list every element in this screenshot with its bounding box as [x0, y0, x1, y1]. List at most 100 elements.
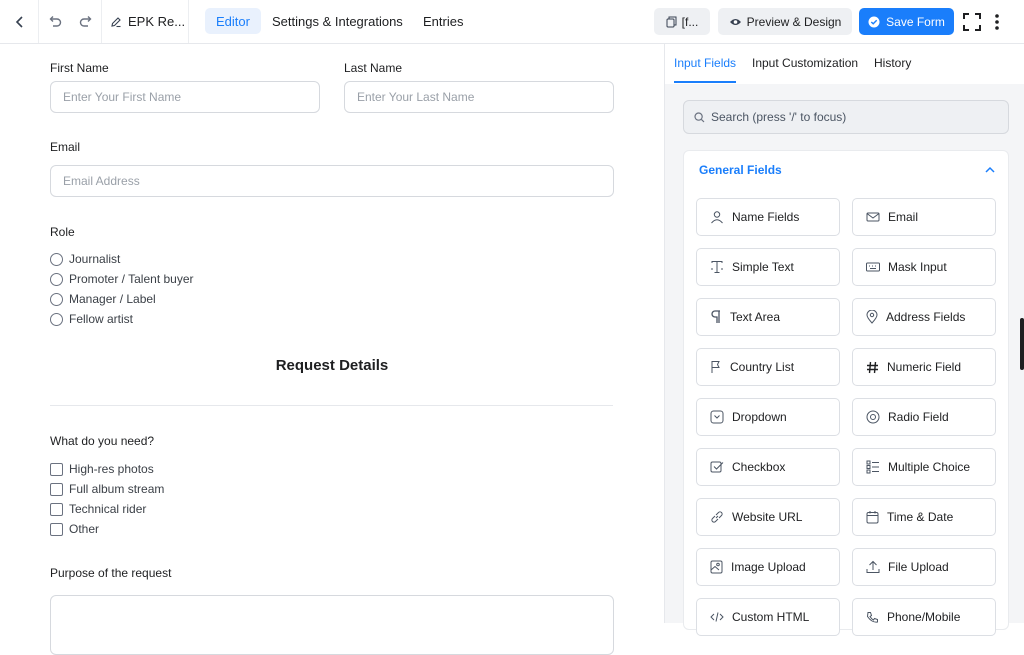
save-form-button[interactable]: Save Form [859, 8, 954, 35]
needs-option-album[interactable]: Full album stream [50, 482, 164, 496]
pencil-icon [111, 16, 121, 27]
purpose-label: Purpose of the request [50, 566, 172, 580]
needs-option-label: Technical rider [69, 502, 147, 516]
checkbox-icon [710, 461, 724, 473]
link-icon [711, 511, 723, 523]
checkbox[interactable] [50, 462, 63, 476]
tab-history[interactable]: History [874, 56, 911, 70]
field-label: Phone/Mobile [887, 610, 961, 624]
field-label: Mask Input [888, 260, 947, 274]
field-file-upload[interactable]: File Upload [852, 548, 996, 586]
needs-option-label: High-res photos [69, 462, 154, 476]
collapse-button[interactable] [984, 163, 996, 181]
field-address-fields[interactable]: Address Fields [852, 298, 996, 336]
field-label: Simple Text [732, 260, 794, 274]
last-name-label: Last Name [344, 61, 403, 75]
needs-option-label: Other [69, 522, 100, 536]
tab-settings-integrations[interactable]: Settings & Integrations [261, 8, 414, 34]
fullscreen-icon [963, 12, 981, 31]
checkbox[interactable] [50, 522, 63, 536]
role-option-label: Manager / Label [69, 292, 156, 306]
redo-button[interactable] [72, 0, 100, 43]
field-numeric-field[interactable]: Numeric Field [852, 348, 996, 386]
more-menu-button[interactable] [988, 0, 1006, 43]
scrollbar-handle[interactable] [1020, 318, 1024, 370]
radio-button[interactable] [50, 312, 63, 326]
role-option-promoter[interactable]: Promoter / Talent buyer [50, 272, 194, 286]
role-option-fellow-artist[interactable]: Fellow artist [50, 312, 133, 326]
last-name-input[interactable]: Enter Your Last Name [344, 81, 614, 113]
needs-option-other[interactable]: Other [50, 522, 99, 536]
checkbox[interactable] [50, 482, 63, 496]
field-phone-mobile[interactable]: Phone/Mobile [852, 598, 996, 636]
field-label: Address Fields [886, 310, 966, 324]
general-fields-title[interactable]: General Fields [699, 163, 782, 177]
field-time-date[interactable]: Time & Date [852, 498, 996, 536]
field-simple-text[interactable]: Simple Text [696, 248, 840, 286]
preview-design-button[interactable]: Preview & Design [718, 8, 852, 35]
dropdown-icon [710, 410, 724, 424]
role-option-label: Promoter / Talent buyer [69, 272, 194, 286]
form-title-text: EPK Re... [128, 14, 186, 29]
search-placeholder: Search (press '/' to focus) [711, 110, 847, 124]
radio-button[interactable] [50, 272, 63, 286]
more-vertical-icon [995, 13, 999, 30]
field-label: Dropdown [732, 410, 787, 424]
field-text-area[interactable]: Text Area [696, 298, 840, 336]
tab-entries[interactable]: Entries [412, 8, 474, 34]
role-option-manager[interactable]: Manager / Label [50, 292, 156, 306]
field-label: File Upload [888, 560, 949, 574]
top-bar: EPK Re... Editor Settings & Integrations… [0, 0, 1024, 44]
purpose-textarea[interactable] [50, 595, 614, 655]
field-website-url[interactable]: Website URL [696, 498, 840, 536]
location-pin-icon [866, 310, 878, 324]
field-search-input[interactable]: Search (press '/' to focus) [683, 100, 1009, 134]
chevron-up-icon [985, 166, 995, 173]
field-custom-html[interactable]: Custom HTML [696, 598, 840, 636]
code-icon [710, 612, 724, 622]
tab-input-fields[interactable]: Input Fields [674, 56, 736, 70]
needs-option-photos[interactable]: High-res photos [50, 462, 154, 476]
field-label: Country List [730, 360, 795, 374]
field-dropdown[interactable]: Dropdown [696, 398, 840, 436]
first-name-input[interactable]: Enter Your First Name [50, 81, 320, 113]
section-title: Request Details [275, 357, 389, 374]
field-checkbox[interactable]: Checkbox [696, 448, 840, 486]
copy-icon [666, 16, 677, 27]
role-option-label: Journalist [69, 252, 121, 266]
field-label: Radio Field [888, 410, 949, 424]
undo-button[interactable] [40, 0, 68, 43]
field-mask-input[interactable]: Mask Input [852, 248, 996, 286]
field-email[interactable]: Email [852, 198, 996, 236]
needs-option-rider[interactable]: Technical rider [50, 502, 146, 516]
chevron-left-icon [15, 15, 23, 28]
tab-input-customization[interactable]: Input Customization [752, 56, 858, 70]
field-label: Text Area [730, 310, 781, 324]
field-label: Time & Date [887, 510, 954, 524]
field-label: Image Upload [731, 560, 806, 574]
shortcode-button[interactable]: [f... [654, 8, 710, 35]
form-title[interactable]: EPK Re... [110, 0, 185, 43]
field-label: Custom HTML [732, 610, 810, 624]
needs-option-label: Full album stream [69, 482, 165, 496]
field-multiple-choice[interactable]: Multiple Choice [852, 448, 996, 486]
email-input[interactable]: Email Address [50, 165, 614, 197]
field-label: Name Fields [732, 210, 800, 224]
fullscreen-button[interactable] [960, 0, 984, 43]
field-radio-field[interactable]: Radio Field [852, 398, 996, 436]
field-label: Multiple Choice [888, 460, 971, 474]
radio-icon [866, 410, 880, 424]
role-option-journalist[interactable]: Journalist [50, 252, 120, 266]
shortcode-label: [f... [681, 14, 699, 29]
field-name-fields[interactable]: Name Fields [696, 198, 840, 236]
check-circle-icon [868, 16, 880, 27]
field-country-list[interactable]: Country List [696, 348, 840, 386]
envelope-icon [866, 212, 880, 222]
checkbox[interactable] [50, 502, 63, 516]
hash-icon [867, 361, 878, 373]
field-image-upload[interactable]: Image Upload [696, 548, 840, 586]
back-button[interactable] [6, 0, 34, 43]
radio-button[interactable] [50, 252, 63, 266]
tab-editor[interactable]: Editor [205, 8, 261, 34]
radio-button[interactable] [50, 292, 63, 306]
